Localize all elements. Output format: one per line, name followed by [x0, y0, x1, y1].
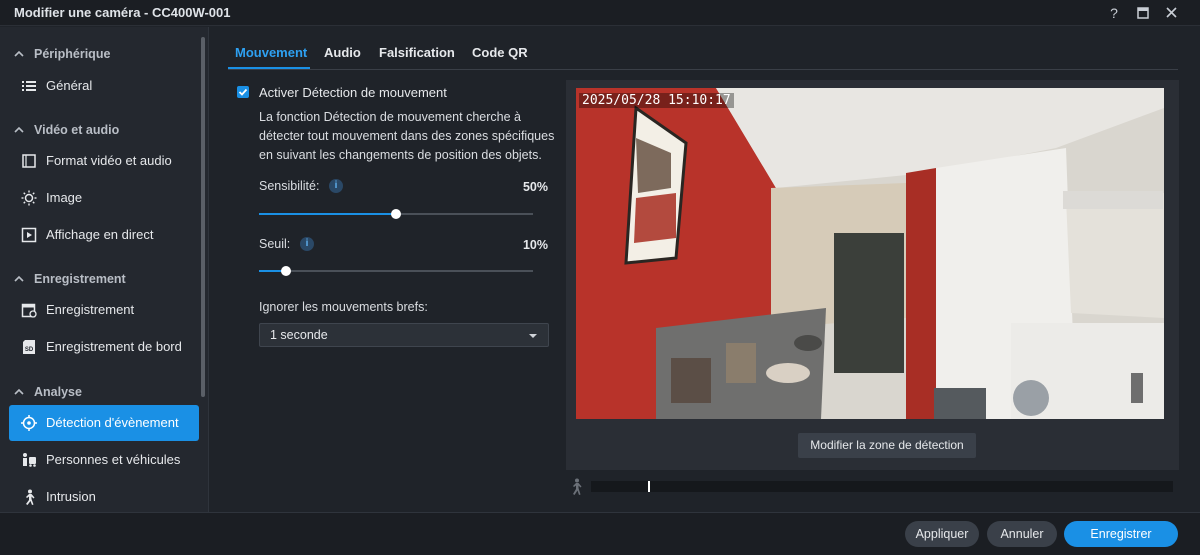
checkmark-icon	[238, 88, 248, 96]
dialog-footer: Appliquer Annuler Enregistrer	[0, 512, 1200, 555]
enable-motion-label[interactable]: Activer Détection de mouvement	[259, 85, 447, 100]
sidebar-item-label: Général	[46, 78, 93, 93]
sensitivity-label: Sensibilité:	[259, 179, 320, 193]
person-vehicle-icon	[23, 453, 36, 467]
sidebar-item-label: Format vidéo et audio	[46, 153, 172, 168]
chevron-down-icon	[529, 334, 537, 338]
close-icon[interactable]	[1161, 3, 1181, 23]
slider-track	[259, 270, 533, 272]
section-label: Périphérique	[34, 47, 111, 61]
ignore-brief-label: Ignorer les mouvements brefs:	[259, 300, 428, 314]
sidebar-item-recording[interactable]: Enregistrement	[9, 292, 199, 328]
section-video-audio[interactable]: Vidéo et audio	[0, 115, 200, 145]
sidebar-item-label: Enregistrement de bord	[46, 339, 182, 354]
chevron-up-icon	[14, 126, 24, 133]
section-label: Enregistrement	[34, 272, 126, 286]
title-bar: Modifier une caméra - CC400W-001 ?	[0, 0, 1200, 26]
section-enregistrement[interactable]: Enregistrement	[0, 264, 200, 294]
walking-person-icon	[26, 489, 35, 505]
play-box-icon	[21, 227, 37, 243]
svg-text:SD: SD	[25, 347, 34, 353]
sidebar-item-label: Image	[46, 190, 83, 205]
sidebar-item-intrusion[interactable]: Intrusion	[9, 479, 199, 512]
sidebar-item-label: Détection d'évènement	[46, 415, 179, 430]
slider-thumb[interactable]	[281, 266, 292, 276]
sidebar-item-image[interactable]: Image	[9, 180, 199, 216]
walking-person-icon	[573, 478, 582, 495]
kitchen-scene-image	[576, 88, 1164, 419]
sidebar-item-label: Enregistrement	[46, 302, 135, 317]
slider-fill	[259, 213, 396, 215]
sidebar-scrollbar[interactable]	[201, 37, 205, 397]
target-icon	[21, 415, 37, 431]
motion-description: La fonction Détection de mouvement cherc…	[259, 110, 555, 162]
threshold-value: 10%	[522, 238, 548, 252]
sidebar-item-general[interactable]: Général	[9, 68, 199, 104]
section-analyse[interactable]: Analyse	[0, 377, 200, 407]
sidebar-item-format-video[interactable]: Format vidéo et audio	[9, 143, 199, 179]
section-label: Analyse	[34, 385, 82, 399]
enable-motion-checkbox[interactable]	[237, 86, 249, 98]
cancel-button[interactable]: Annuler	[987, 521, 1057, 547]
timeline-cursor[interactable]	[648, 481, 650, 492]
threshold-label: Seuil:	[259, 237, 291, 251]
maximize-icon[interactable]	[1133, 3, 1153, 23]
sidebar: Périphérique Général Vidéo et audio Form…	[0, 27, 209, 512]
active-tab-indicator	[228, 67, 310, 69]
sd-card-icon: SD	[23, 340, 35, 354]
sidebar-item-edge-recording[interactable]: SD Enregistrement de bord	[9, 329, 199, 365]
chevron-up-icon	[14, 275, 24, 282]
sidebar-item-label: Personnes et véhicules	[46, 452, 181, 467]
sidebar-item-label: Affichage en direct	[46, 227, 154, 242]
sidebar-item-event-detection[interactable]: Détection d'évènement	[9, 405, 199, 441]
slider-thumb[interactable]	[391, 209, 401, 219]
ignore-brief-select[interactable]: 1 seconde	[259, 323, 549, 347]
apply-button[interactable]: Appliquer	[905, 521, 979, 547]
camera-timestamp: 2025/05/28 15:10:17	[579, 93, 734, 108]
chevron-up-icon	[14, 388, 24, 395]
window-title: Modifier une caméra - CC400W-001	[14, 5, 231, 20]
chevron-up-icon	[14, 50, 24, 57]
help-icon[interactable]: ?	[1104, 3, 1124, 23]
sidebar-item-people-vehicles[interactable]: Personnes et véhicules	[9, 442, 199, 478]
sensitivity-slider[interactable]	[259, 206, 533, 222]
threshold-slider[interactable]	[259, 263, 533, 279]
info-icon[interactable]: i	[329, 179, 343, 193]
tab-falsification[interactable]: Falsification	[379, 45, 455, 60]
sidebar-item-label: Intrusion	[46, 489, 96, 504]
tab-code-qr[interactable]: Code QR	[472, 45, 528, 60]
camera-snapshot[interactable]	[576, 88, 1164, 419]
save-button[interactable]: Enregistrer	[1064, 521, 1178, 547]
film-icon	[22, 154, 36, 168]
edit-detection-zone-button[interactable]: Modifier la zone de détection	[798, 433, 976, 458]
calendar-icon	[21, 303, 37, 318]
section-label: Vidéo et audio	[34, 123, 120, 137]
tab-bar: Mouvement Audio Falsification Code QR	[228, 37, 1178, 70]
motion-timeline[interactable]	[591, 481, 1173, 492]
section-peripherique[interactable]: Périphérique	[0, 39, 200, 69]
brightness-icon	[21, 190, 37, 206]
sidebar-item-live-view[interactable]: Affichage en direct	[9, 217, 199, 253]
info-icon[interactable]: i	[300, 237, 314, 251]
select-value: 1 seconde	[270, 328, 328, 342]
tab-mouvement[interactable]: Mouvement	[235, 45, 307, 60]
tab-audio[interactable]: Audio	[324, 45, 361, 60]
list-icon	[22, 81, 36, 91]
sensitivity-value: 50%	[522, 180, 548, 194]
